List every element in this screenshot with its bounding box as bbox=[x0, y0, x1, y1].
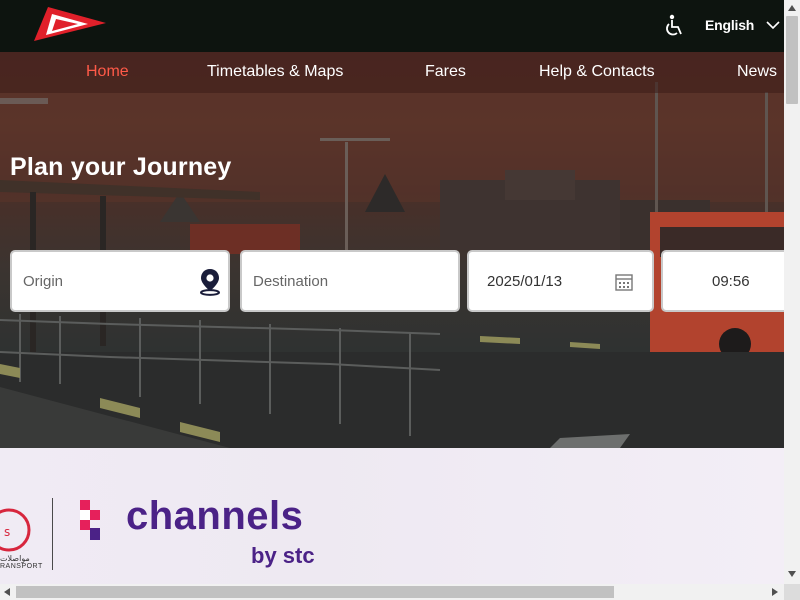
nav-news[interactable]: News bbox=[737, 63, 777, 81]
horizontal-scrollbar[interactable] bbox=[0, 584, 784, 600]
brand-wordmark: channels bbox=[126, 494, 304, 538]
origin-placeholder: Origin bbox=[23, 273, 64, 290]
banner-divider bbox=[52, 498, 53, 570]
nav-home[interactable]: Home bbox=[86, 63, 129, 81]
scroll-down-icon[interactable] bbox=[788, 571, 796, 577]
nav-fares[interactable]: Fares bbox=[425, 63, 466, 81]
language-selector[interactable]: English bbox=[705, 17, 754, 33]
partner-name-english: RANSPORT bbox=[0, 563, 43, 570]
main-navigation: Home Timetables & Maps Fares Help & Cont… bbox=[0, 52, 784, 93]
scroll-right-icon[interactable] bbox=[772, 588, 778, 596]
sponsor-banner[interactable]: s مواصلات RANSPORT channels by stc bbox=[0, 448, 784, 584]
hero-section: Home Timetables & Maps Fares Help & Cont… bbox=[0, 52, 784, 448]
page-title: Plan your Journey bbox=[10, 153, 232, 181]
date-value: 2025/01/13 bbox=[487, 273, 563, 290]
top-bar: English bbox=[0, 0, 784, 52]
partner-name-arabic: مواصلات bbox=[0, 554, 30, 563]
origin-input[interactable]: Origin bbox=[10, 250, 230, 312]
destination-input[interactable]: Destination bbox=[240, 250, 460, 312]
logo-icon[interactable] bbox=[30, 5, 106, 43]
location-pin-icon[interactable] bbox=[198, 268, 222, 296]
vertical-scrollbar[interactable] bbox=[784, 0, 800, 584]
horizontal-scroll-thumb[interactable] bbox=[16, 586, 614, 598]
channels-logo-icon bbox=[80, 500, 100, 540]
brand-tagline: by stc bbox=[251, 543, 315, 568]
vertical-scroll-thumb[interactable] bbox=[786, 16, 798, 104]
nav-help-contacts[interactable]: Help & Contacts bbox=[539, 63, 655, 81]
nav-timetables-maps[interactable]: Timetables & Maps bbox=[207, 63, 343, 81]
scrollbar-corner bbox=[784, 584, 800, 600]
calendar-icon[interactable] bbox=[615, 273, 633, 291]
destination-placeholder: Destination bbox=[253, 273, 329, 290]
scroll-up-icon[interactable] bbox=[788, 5, 796, 11]
date-picker[interactable]: 2025/01/13 bbox=[467, 250, 654, 312]
time-value: 09:56 bbox=[712, 273, 750, 290]
svg-text:s: s bbox=[4, 525, 10, 539]
chevron-down-icon[interactable] bbox=[766, 20, 780, 30]
time-picker[interactable]: 09:56 bbox=[661, 250, 784, 312]
scroll-left-icon[interactable] bbox=[4, 588, 10, 596]
accessibility-icon[interactable] bbox=[664, 14, 686, 38]
